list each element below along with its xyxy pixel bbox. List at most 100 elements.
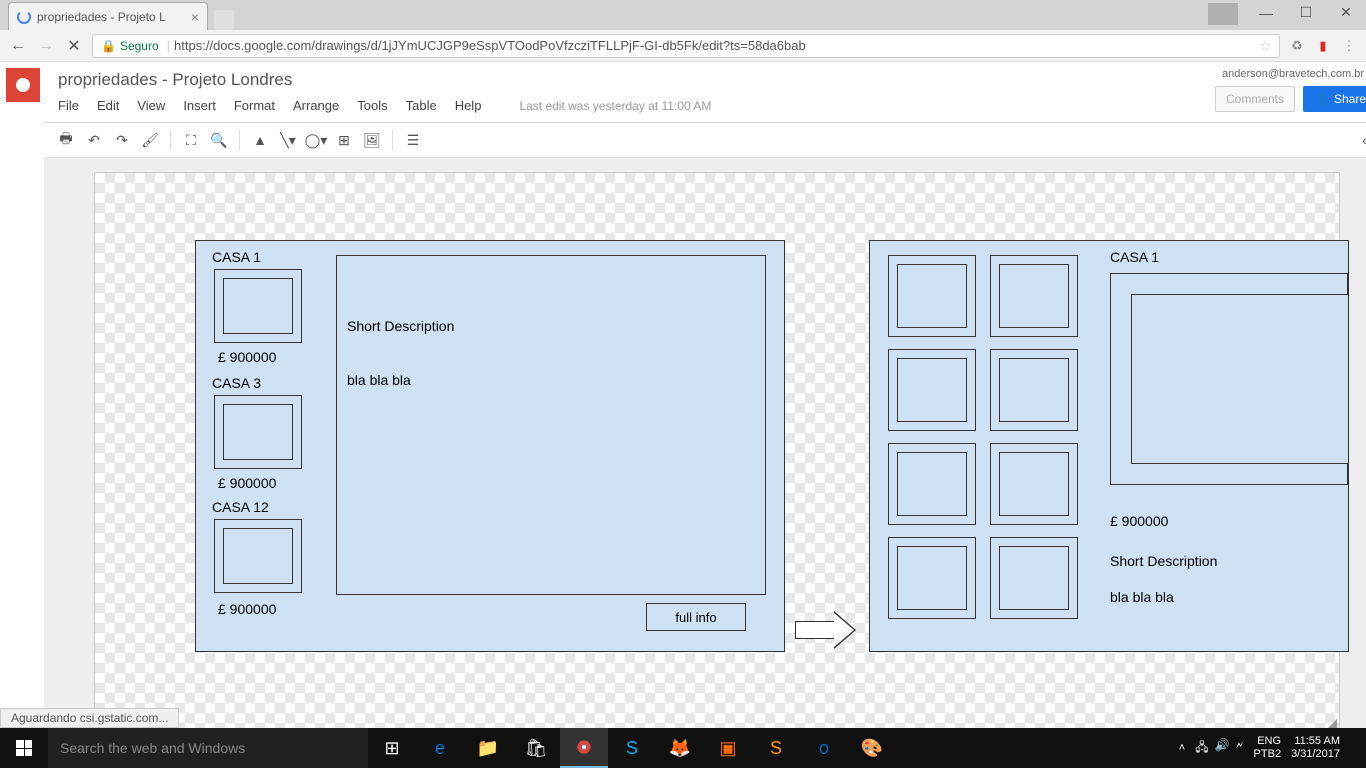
menu-icon[interactable]: ⋮ [1340,37,1358,55]
canvas-area[interactable]: CASA 1 £ 900000 CASA 3 £ 900000 CASA 12 … [44,158,1366,728]
taskbar-search[interactable]: Search the web and Windows [48,728,368,768]
line-tool-icon[interactable]: ╲▾ [276,128,300,152]
url-input[interactable]: 🔒 Seguro | https://docs.google.com/drawi… [92,34,1280,58]
menu-view[interactable]: View [137,98,165,113]
store-icon[interactable]: 🛍 [512,728,560,768]
align-icon[interactable]: ☰ [401,128,425,152]
maximize-button[interactable]: ☐ [1286,0,1326,25]
url-text: https://docs.google.com/drawings/d/1jJYm… [174,38,806,53]
file-explorer-icon[interactable]: 📁 [464,728,512,768]
forward-button[interactable]: → [36,36,56,56]
outlook-icon[interactable]: o [800,728,848,768]
item-price[interactable]: £ 900000 [218,349,276,365]
panel2-title[interactable]: CASA 1 [1110,249,1159,265]
menu-file[interactable]: File [58,98,79,113]
doc-title[interactable]: propriedades - Projeto Londres [44,62,1366,90]
share-button[interactable]: 👤 Share [1303,86,1366,112]
menu-insert[interactable]: Insert [183,98,216,113]
description-box[interactable]: Short Description bla bla bla [336,255,766,595]
close-tab-icon[interactable]: × [191,9,199,25]
item-price[interactable]: £ 900000 [218,475,276,491]
panel2-price[interactable]: £ 900000 [1110,513,1168,529]
menu-tools[interactable]: Tools [357,98,387,113]
task-view-icon[interactable]: ⊞ [368,728,416,768]
item-title[interactable]: CASA 12 [212,499,269,515]
paint-format-icon[interactable]: 🖌 [138,128,162,152]
item-thumb[interactable] [214,395,302,469]
thumb-inner [999,452,1069,516]
power-icon[interactable]: 🗲 [1236,738,1244,759]
grid-thumb[interactable] [990,255,1078,337]
menu-format[interactable]: Format [234,98,275,113]
panel2-desc-text[interactable]: bla bla bla [1110,589,1174,605]
item-thumb-inner [223,404,293,460]
full-info-button[interactable]: full info [646,603,746,631]
select-tool-icon[interactable]: ▲ [248,128,272,152]
comments-button[interactable]: Comments [1215,86,1295,112]
extension-icon[interactable]: ♻ [1288,37,1306,55]
skype-icon[interactable]: S [608,728,656,768]
user-icon[interactable] [1208,3,1238,25]
grid-thumb[interactable] [990,443,1078,525]
wireframe-panel-2[interactable]: CASA 1 £ 900000 Short Description [869,240,1349,652]
network-icon[interactable]: 🖧 [1195,738,1208,759]
thumb-inner [897,452,967,516]
extension-icon-2[interactable]: ▮ [1314,37,1332,55]
undo-icon[interactable]: ↶ [82,128,106,152]
drawing-canvas[interactable]: CASA 1 £ 900000 CASA 3 £ 900000 CASA 12 … [94,172,1340,728]
star-icon[interactable]: ☆ [1259,38,1271,54]
menu-edit[interactable]: Edit [97,98,119,113]
system-tray: ˄ 🖧 🔊 🗲 ENG PTB2 11:55 AM 3/31/2017 [1179,735,1366,761]
item-title[interactable]: CASA 3 [212,375,261,391]
chrome-icon[interactable] [560,728,608,768]
language-indicator[interactable]: ENG PTB2 [1254,735,1282,761]
item-thumb[interactable] [214,519,302,593]
zoom-icon[interactable]: 🔍 [207,128,231,152]
minimize-button[interactable]: — [1246,0,1286,25]
menu-table[interactable]: Table [406,98,437,113]
toolbar: 🖶 ↶ ↷ 🖌 ⛶ 🔍 ▲ ╲▾ ◯▾ ⊞ 🖼 ☰ « [44,122,1366,158]
browser-tab[interactable]: propriedades - Projeto L × [8,2,208,30]
app-logo[interactable] [0,62,44,122]
shape-tool-icon[interactable]: ◯▾ [304,128,328,152]
clock[interactable]: 11:55 AM 3/31/2017 [1291,735,1340,761]
user-email[interactable]: anderson@bravetech.com.br ▼ [1215,68,1366,80]
tray-chevron-icon[interactable]: ˄ [1179,742,1185,754]
grid-thumb[interactable] [888,255,976,337]
new-tab-button[interactable] [214,10,234,30]
collapse-toolbar-icon[interactable]: « [1354,128,1366,152]
arrow-shape[interactable] [795,611,857,649]
volume-icon[interactable]: 🔊 [1215,738,1230,759]
item-thumb[interactable] [214,269,302,343]
image-tool-icon[interactable]: 🖼 [360,128,384,152]
firefox-icon[interactable]: 🦊 [656,728,704,768]
menu-help[interactable]: Help [455,98,482,113]
grid-thumb[interactable] [990,537,1078,619]
back-button[interactable]: ← [8,36,28,56]
menu-arrange[interactable]: Arrange [293,98,339,113]
item-price[interactable]: £ 900000 [218,601,276,617]
grid-thumb[interactable] [888,443,976,525]
redo-icon[interactable]: ↷ [110,128,134,152]
panel2-desc-label[interactable]: Short Description [1110,553,1217,569]
thumb-inner [999,264,1069,328]
start-button[interactable] [0,728,48,768]
edge-icon[interactable]: e [416,728,464,768]
grid-thumb[interactable] [888,537,976,619]
grid-thumb[interactable] [888,349,976,431]
paint-icon[interactable]: 🎨 [848,728,896,768]
doc-header: propriedades - Projeto Londres File Edit… [44,62,1366,122]
grid-thumb[interactable] [990,349,1078,431]
wireframe-panel-1[interactable]: CASA 1 £ 900000 CASA 3 £ 900000 CASA 12 … [195,240,785,652]
textbox-tool-icon[interactable]: ⊞ [332,128,356,152]
zoom-fit-icon[interactable]: ⛶ [179,128,203,152]
uc-browser-icon[interactable]: ▣ [704,728,752,768]
close-window-button[interactable]: ✕ [1326,0,1366,25]
stop-button[interactable]: ✕ [64,36,84,56]
print-icon[interactable]: 🖶 [54,128,78,152]
panel2-main-image[interactable] [1110,273,1348,485]
canvas-resize-handle[interactable] [1323,715,1339,728]
sublime-icon[interactable]: S [752,728,800,768]
item-title[interactable]: CASA 1 [212,249,261,265]
address-bar: ← → ✕ 🔒 Seguro | https://docs.google.com… [0,30,1366,62]
